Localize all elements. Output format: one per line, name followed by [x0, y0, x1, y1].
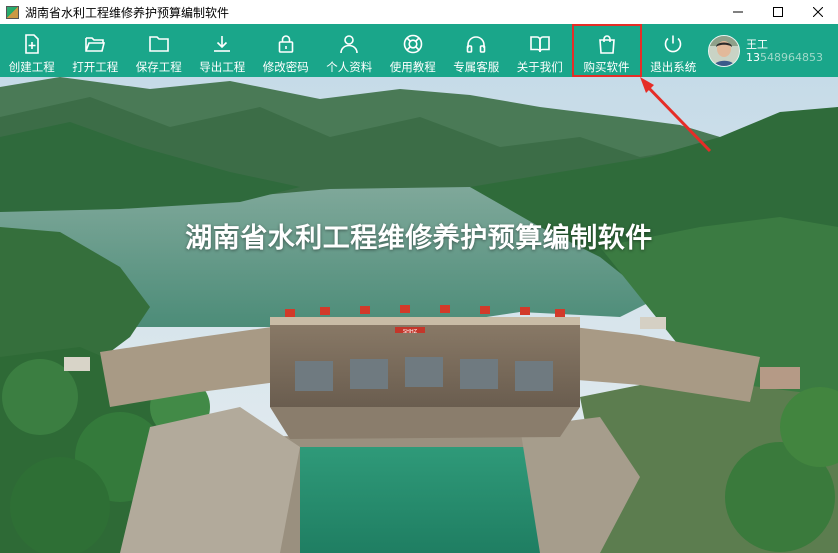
logout-button[interactable]: 退出系统 [642, 24, 706, 77]
support-label: 专属客服 [453, 60, 500, 74]
logout-label: 退出系统 [650, 60, 697, 74]
maximize-icon [773, 7, 783, 17]
lock-icon [278, 35, 294, 53]
close-button[interactable] [798, 0, 838, 24]
avatar[interactable] [708, 34, 740, 67]
export-project-button[interactable]: 导出工程 [191, 24, 255, 77]
file-plus-icon [24, 34, 39, 54]
about-button[interactable]: 关于我们 [508, 24, 572, 77]
save-project-button[interactable]: 保存工程 [127, 24, 191, 77]
folder-open-icon [85, 37, 106, 52]
export-project-label: 导出工程 [199, 60, 246, 74]
change-password-label: 修改密码 [262, 60, 309, 74]
tutorial-label: 使用教程 [389, 60, 436, 74]
user-info: 王工 13548964853 [746, 38, 823, 64]
tutorial-button[interactable]: 使用教程 [381, 24, 445, 77]
folder-icon [148, 36, 169, 52]
download-icon [214, 36, 231, 52]
book-icon [529, 36, 550, 53]
app-icon [6, 5, 19, 19]
open-project-button[interactable]: 打开工程 [64, 24, 128, 77]
lifebuoy-icon [403, 34, 423, 54]
profile-label: 个人资料 [326, 60, 373, 74]
annotation-arrow [640, 77, 712, 153]
avatar-photo [709, 35, 739, 66]
power-icon [664, 35, 682, 53]
close-icon [813, 7, 823, 17]
phone-masked: 548964853 [760, 50, 823, 64]
window-controls [718, 0, 838, 24]
about-label: 关于我们 [516, 60, 563, 74]
headphones-icon [466, 36, 486, 53]
phone-prefix: 13 [746, 50, 760, 64]
user-phone: 13548964853 [746, 51, 823, 64]
minimize-button[interactable] [718, 0, 758, 24]
support-button[interactable]: 专属客服 [445, 24, 509, 77]
maximize-button[interactable] [758, 0, 798, 24]
create-project-button[interactable]: 创建工程 [0, 24, 64, 77]
window-title: 湖南省水利工程维修养护预算编制软件 [25, 5, 230, 20]
buy-software-label: 购买软件 [583, 60, 630, 74]
user-panel[interactable]: 王工 13548964853 [708, 24, 838, 77]
create-project-label: 创建工程 [8, 60, 55, 74]
user-name: 王工 [746, 37, 768, 51]
shopping-bag-icon [598, 35, 615, 54]
buy-software-button[interactable]: 购买软件 [571, 24, 642, 77]
title-bar: 湖南省水利工程维修养护预算编制软件 [0, 0, 838, 24]
minimize-icon [733, 11, 743, 13]
hero-banner: SHHZ 湖南省水利工程维修养护预算编制软件 [0, 77, 838, 553]
save-project-label: 保存工程 [135, 60, 182, 74]
open-project-label: 打开工程 [72, 60, 119, 74]
change-password-button[interactable]: 修改密码 [254, 24, 318, 77]
user-icon [340, 35, 359, 54]
profile-button[interactable]: 个人资料 [318, 24, 382, 77]
